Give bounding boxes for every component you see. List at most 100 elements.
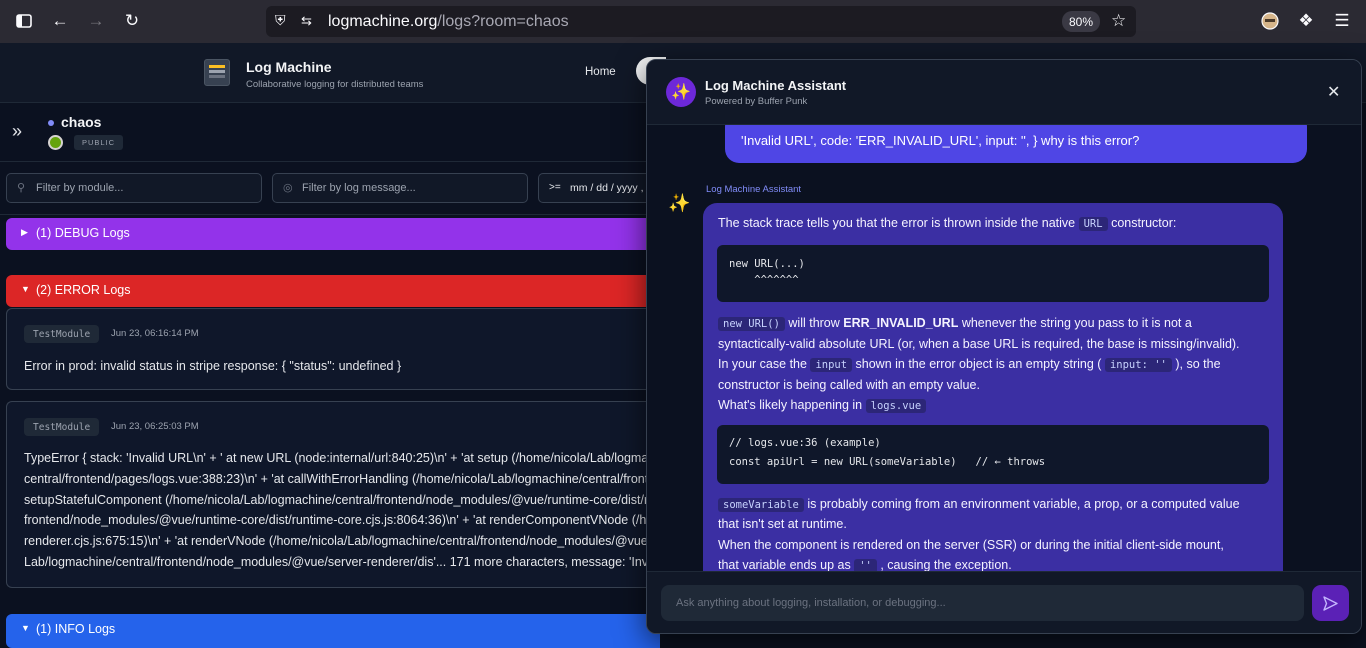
text: is probably coming from an environment v… (807, 497, 1240, 511)
sidebar-toggle-icon[interactable] (13, 10, 35, 32)
group-label: (1) INFO Logs (36, 622, 116, 636)
room-header: » chaos PUBLIC (0, 104, 660, 162)
log-timestamp: Jun 23, 06:25:03 PM (111, 421, 199, 432)
info-logs-group[interactable]: ▼ (1) INFO Logs (6, 614, 660, 648)
module-filter[interactable]: ⚲ Filter by module... (6, 173, 262, 203)
bot-name-label: Log Machine Assistant (706, 184, 802, 195)
address-bar[interactable]: ⛨ ⇆ logmachine.org/logs?room=chaos 80% ☆ (266, 6, 1136, 37)
code-line: ^^^^^^^ (729, 274, 799, 286)
text: whenever the string you pass to it is no… (961, 316, 1192, 330)
nav-home-link[interactable]: Home (585, 66, 616, 78)
bot-sparkles-icon: ✨ (668, 193, 691, 213)
error-logs-group[interactable]: ▼ (2) ERROR Logs (6, 275, 660, 307)
app-logo-icon (204, 59, 230, 86)
log-message: Error in prod: invalid status in stripe … (24, 356, 660, 377)
text: The stack trace tells you that the error… (718, 216, 1076, 230)
inline-code: URL (1078, 217, 1108, 231)
date-filter[interactable]: >= mm / dd / yyyy , (538, 173, 660, 203)
shield-icon[interactable]: ⛨ (275, 12, 286, 29)
bot-text: someVariable is probably coming from an … (718, 494, 1240, 516)
text: In your case the (718, 357, 807, 371)
text: that variable ends up as (718, 558, 851, 571)
extensions-icon[interactable]: ❖ (1295, 10, 1317, 32)
user-message: 'Invalid URL', code: 'ERR_INVALID_URL', … (725, 125, 1307, 163)
bot-text: that variable ends up as '' , causing th… (718, 555, 1012, 571)
caret-down-icon: ▼ (21, 284, 30, 294)
user-message-text: 'Invalid URL', code: 'ERR_INVALID_URL', … (741, 133, 1140, 148)
assistant-header: ✨ Log Machine Assistant Powered by Buffe… (647, 60, 1361, 125)
chat-messages[interactable]: 'Invalid URL', code: 'ERR_INVALID_URL', … (647, 125, 1361, 571)
code-block: // logs.vue:36 (example) const apiUrl = … (717, 425, 1269, 484)
text: , causing the exception. (880, 558, 1012, 571)
assistant-panel: ✨ Log Machine Assistant Powered by Buffe… (646, 59, 1362, 634)
bold-text: ERR_INVALID_URL (843, 316, 959, 330)
log-entry[interactable]: TestModule Jun 23, 06:16:14 PM Error in … (6, 308, 660, 390)
menu-icon[interactable]: ☰ (1331, 10, 1353, 32)
module-badge: TestModule (24, 325, 100, 343)
expand-sidebar-icon[interactable]: » (12, 121, 22, 142)
message-search-icon: ◎ (283, 182, 293, 194)
group-label: (1) DEBUG Logs (36, 226, 130, 240)
message-filter-placeholder: Filter by log message... (302, 182, 416, 194)
date-input[interactable]: mm / dd / yyyy , (570, 182, 644, 194)
reload-icon[interactable]: ↻ (121, 10, 143, 32)
forward-icon[interactable]: → (85, 10, 107, 32)
room-visibility-badge: PUBLIC (74, 135, 124, 150)
log-entry[interactable]: TestModule Jun 23, 06:25:03 PM TypeError… (6, 401, 660, 588)
module-badge: TestModule (24, 418, 100, 436)
bot-text: In your case the input shown in the erro… (718, 354, 1221, 376)
log-line: setupStatefulComponent (/home/nicola/Lab… (24, 492, 660, 507)
url-text[interactable]: logmachine.org/logs?room=chaos (328, 13, 569, 31)
inline-code: input (810, 358, 853, 372)
debug-logs-group[interactable]: ▶ (1) DEBUG Logs (6, 218, 660, 250)
date-operator[interactable]: >= (549, 182, 561, 193)
send-icon (1323, 595, 1338, 611)
app-title: Log Machine (246, 59, 332, 75)
site-info-icon[interactable]: ⇆ (301, 13, 312, 29)
chat-input-bar (647, 571, 1361, 633)
code-line: // logs.vue:36 (example) (729, 437, 881, 449)
log-line: frontend/node_modules/@vue/runtime-core/… (24, 513, 660, 528)
text: shown in the error object is an empty st… (855, 357, 1102, 371)
room-avatar (48, 135, 63, 150)
module-filter-placeholder: Filter by module... (36, 182, 124, 194)
assistant-subtitle: Powered by Buffer Punk (705, 96, 808, 107)
log-line: TypeError { stack: 'Invalid URL\n' + ' a… (24, 451, 660, 465)
profile-icon[interactable] (1259, 10, 1281, 32)
divider (0, 214, 660, 215)
inline-code: new URL() (718, 317, 785, 331)
group-label: (2) ERROR Logs (36, 283, 131, 297)
chat-input[interactable] (661, 585, 1304, 621)
log-line: central/frontend/pages/logs.vue:388:23)\… (24, 471, 660, 486)
bot-text: that isn't set at runtime. (718, 517, 847, 531)
inline-code: someVariable (718, 498, 804, 512)
search-icon: ⚲ (17, 182, 26, 194)
inline-code: logs.vue (865, 399, 927, 413)
room-name: chaos (61, 114, 102, 130)
back-icon[interactable]: ← (49, 10, 71, 32)
bot-text: syntactically-valid absolute URL (or, wh… (718, 337, 1240, 351)
code-line: new URL(...) (729, 258, 805, 270)
send-button[interactable] (1312, 585, 1349, 621)
app-subtitle: Collaborative logging for distributed te… (246, 79, 424, 90)
text: What's likely happening in (718, 398, 863, 412)
bookmark-star-icon[interactable]: ☆ (1111, 11, 1126, 31)
bot-text: constructor is being called with an empt… (718, 378, 980, 392)
bot-text: new URL() will throw ERR_INVALID_URL whe… (718, 313, 1192, 335)
bot-text: What's likely happening in logs.vue (718, 395, 927, 417)
room-status-dot (48, 120, 54, 126)
caret-right-icon: ▶ (21, 227, 28, 237)
close-icon[interactable]: ✕ (1327, 82, 1340, 102)
log-timestamp: Jun 23, 06:16:14 PM (111, 328, 199, 339)
text: will throw (788, 316, 840, 330)
code-block: new URL(...) ^^^^^^^ (717, 245, 1269, 302)
bot-text: The stack trace tells you that the error… (718, 213, 1176, 235)
message-filter[interactable]: ◎ Filter by log message... (272, 173, 528, 203)
inline-code: '' (854, 559, 877, 571)
caret-down-icon: ▼ (21, 623, 30, 633)
zoom-level-badge[interactable]: 80% (1062, 11, 1100, 32)
code-line: const apiUrl = new URL(someVariable) // … (729, 456, 1046, 468)
inline-code: input: '' (1104, 358, 1172, 372)
log-message: TypeError { stack: 'Invalid URL\n' + ' a… (24, 448, 660, 573)
browser-toolbar: ← → ↻ ⛨ ⇆ logmachine.org/logs?room=chaos… (0, 0, 1366, 43)
